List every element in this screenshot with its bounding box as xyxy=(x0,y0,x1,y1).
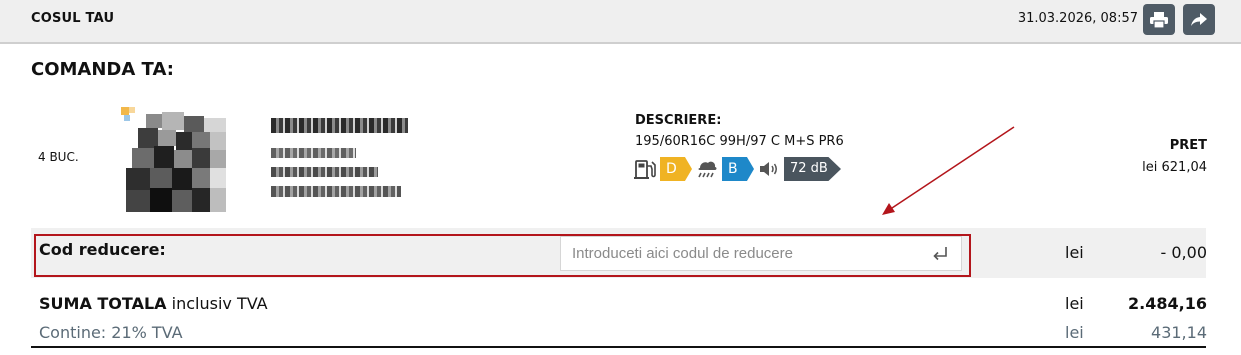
total-label-suffix: inclusiv TVA xyxy=(166,294,268,313)
wet-grip-class-badge: B xyxy=(722,157,754,181)
unit-price: lei 621,04 xyxy=(1142,160,1207,175)
item-quantity: 4 BUC. xyxy=(38,150,79,164)
product-detail-redacted xyxy=(271,186,401,197)
cart-title: COSUL TAU xyxy=(31,11,115,26)
order-title: COMANDA TA: xyxy=(31,59,174,80)
discount-currency: lei xyxy=(1065,243,1084,262)
tire-product-image[interactable] xyxy=(118,104,228,214)
price-label: PRET xyxy=(1169,138,1207,153)
total-currency: lei xyxy=(1065,294,1084,313)
vat-currency: lei xyxy=(1065,323,1084,342)
print-button[interactable] xyxy=(1143,4,1175,35)
description-label: DESCRIERE: xyxy=(635,113,722,128)
share-button[interactable] xyxy=(1183,4,1215,35)
wet-grip-icon xyxy=(698,161,717,178)
printer-icon xyxy=(1150,11,1168,28)
eu-tire-label: D B 72 dB xyxy=(634,157,841,181)
product-detail-redacted xyxy=(271,148,356,158)
header-bar: COSUL TAU 31.03.2026, 08:57 xyxy=(0,0,1241,44)
discount-highlight-box xyxy=(34,234,971,277)
discount-value: - 0,00 xyxy=(1160,243,1207,262)
order-datetime: 31.03.2026, 08:57 xyxy=(1017,11,1138,26)
product-detail-redacted xyxy=(271,167,378,177)
fuel-class-badge: D xyxy=(660,157,692,181)
bottom-divider xyxy=(31,346,1206,348)
total-label: SUMA TOTALA inclusiv TVA xyxy=(39,294,268,313)
vat-value: 431,14 xyxy=(1151,323,1207,342)
share-arrow-icon xyxy=(1191,12,1207,26)
noise-speaker-icon xyxy=(760,162,777,176)
total-value: 2.484,16 xyxy=(1128,294,1207,313)
fuel-pump-icon xyxy=(634,160,656,179)
total-label-bold: SUMA TOTALA xyxy=(39,294,167,313)
product-name-redacted xyxy=(271,118,408,133)
noise-level-badge: 72 dB xyxy=(784,157,841,181)
vat-label: Contine: 21% TVA xyxy=(39,323,183,342)
tire-description: 195/60R16C 99H/97 C M+S PR6 xyxy=(635,134,844,149)
